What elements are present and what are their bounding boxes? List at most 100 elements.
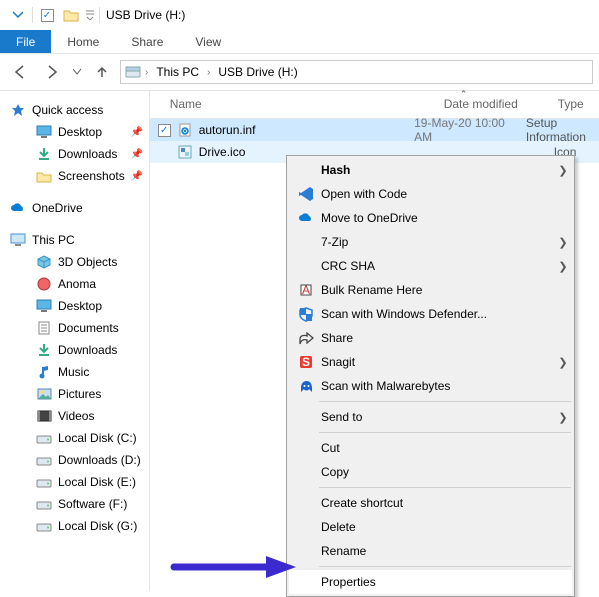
menu-item-label: Hash — [317, 163, 554, 177]
sidebar-item-label: Local Disk (C:) — [58, 431, 137, 445]
menu-item-label: Scan with Malwarebytes — [317, 379, 554, 393]
qat-overflow[interactable] — [83, 4, 97, 26]
sidebar-item[interactable]: Pictures — [0, 383, 149, 405]
menu-item[interactable]: Properties — [289, 570, 572, 594]
bulk-icon: A — [295, 283, 317, 297]
sidebar-item-label: Music — [58, 365, 89, 379]
menu-separator — [319, 487, 571, 488]
sidebar-item[interactable]: Videos — [0, 405, 149, 427]
submenu-arrow-icon: ❯ — [554, 236, 572, 249]
downloads-icon — [36, 146, 52, 162]
nav-forward[interactable] — [38, 60, 66, 84]
nav-back[interactable] — [6, 60, 34, 84]
checkbox[interactable]: ✓ — [158, 124, 171, 137]
breadcrumb-root[interactable]: This PC — [152, 63, 203, 81]
sidebar-this-pc[interactable]: This PC — [0, 229, 149, 251]
qat-checkbox[interactable]: ✓ — [35, 4, 59, 26]
qat-folder[interactable] — [59, 4, 83, 26]
context-menu: Hash❯Open with CodeMove to OneDrive7-Zip… — [286, 155, 575, 597]
file-name: autorun.inf — [199, 123, 256, 137]
menu-separator — [319, 432, 571, 433]
breadcrumb-current[interactable]: USB Drive (H:) — [214, 63, 301, 81]
menu-item-label: Cut — [317, 441, 554, 455]
menu-item-label: Move to OneDrive — [317, 211, 554, 225]
sidebar-item[interactable]: Documents — [0, 317, 149, 339]
nav-up[interactable] — [88, 60, 116, 84]
menu-item[interactable]: 7-Zip❯ — [289, 230, 572, 254]
ribbon-home[interactable]: Home — [51, 30, 115, 53]
sidebar-item-label: Local Disk (E:) — [58, 475, 136, 489]
chevron-right-icon[interactable]: › — [143, 67, 150, 78]
disk-icon — [36, 518, 52, 534]
sidebar-item[interactable]: Screenshots📌 — [0, 165, 149, 187]
sidebar-item-label: 3D Objects — [58, 255, 117, 269]
sidebar-item-label: Pictures — [58, 387, 101, 401]
sidebar-item-label: Downloads — [58, 147, 117, 161]
sidebar-item-label: This PC — [32, 233, 75, 247]
file-type: Setup Information — [526, 116, 599, 144]
column-type[interactable]: Type — [550, 91, 599, 118]
annotation-arrow — [170, 554, 300, 580]
sidebar-item-label: Downloads (D:) — [58, 453, 141, 467]
sidebar-item[interactable]: Downloads — [0, 339, 149, 361]
menu-item[interactable]: Open with Code — [289, 182, 572, 206]
videos-icon — [36, 408, 52, 424]
column-name[interactable]: Name — [150, 91, 436, 118]
sidebar-item-label: OneDrive — [32, 201, 83, 215]
svg-text:S: S — [302, 355, 310, 369]
menu-item[interactable]: Create shortcut — [289, 491, 572, 515]
menu-item[interactable]: ABulk Rename Here — [289, 278, 572, 302]
ribbon-file[interactable]: File — [0, 30, 51, 53]
mbam-icon — [295, 379, 317, 393]
sidebar-item[interactable]: Downloads (D:) — [0, 449, 149, 471]
ribbon-view[interactable]: View — [179, 30, 237, 53]
menu-item[interactable]: Rename — [289, 539, 572, 563]
sidebar-item[interactable]: 3D Objects — [0, 251, 149, 273]
file-name: Drive.ico — [199, 145, 246, 159]
sidebar-item[interactable]: Software (F:) — [0, 493, 149, 515]
sidebar-item[interactable]: Anoma — [0, 273, 149, 295]
monitor-icon — [10, 232, 26, 248]
sidebar-item[interactable]: Desktop — [0, 295, 149, 317]
sidebar-quick-access[interactable]: Quick access — [0, 99, 149, 121]
sidebar-item-label: Desktop — [58, 299, 102, 313]
menu-item[interactable]: Share — [289, 326, 572, 350]
menu-item[interactable]: Cut — [289, 436, 572, 460]
sidebar-onedrive[interactable]: OneDrive — [0, 197, 149, 219]
menu-item[interactable]: CRC SHA❯ — [289, 254, 572, 278]
ribbon: File Home Share View — [0, 30, 599, 54]
sidebar-item[interactable]: Local Disk (E:) — [0, 471, 149, 493]
menu-item[interactable]: Copy — [289, 460, 572, 484]
sidebar-item[interactable]: Desktop📌 — [0, 121, 149, 143]
folder-icon — [36, 168, 52, 184]
menu-item[interactable]: Scan with Malwarebytes — [289, 374, 572, 398]
sidebar-item-label: Anoma — [58, 277, 96, 291]
menu-item[interactable]: Delete — [289, 515, 572, 539]
pics-icon — [36, 386, 52, 402]
ribbon-share[interactable]: Share — [115, 30, 179, 53]
menu-item[interactable]: Hash❯ — [289, 158, 572, 182]
menu-item[interactable]: Send to❯ — [289, 405, 572, 429]
sidebar-item[interactable]: Local Disk (G:) — [0, 515, 149, 537]
submenu-arrow-icon: ❯ — [554, 411, 572, 424]
file-row[interactable]: ✓ autorun.inf 19-May-20 10:00 AMSetup Info… — [150, 119, 599, 141]
nav-recent[interactable] — [70, 60, 84, 84]
sidebar-item[interactable]: Music — [0, 361, 149, 383]
menu-item-label: Properties — [317, 575, 554, 589]
file-date: 19-May-20 10:00 AM — [414, 116, 520, 144]
navbar: › This PC › USB Drive (H:) — [0, 54, 599, 90]
sidebar-item[interactable]: Local Disk (C:) — [0, 427, 149, 449]
sidebar-item-label: Documents — [58, 321, 119, 335]
address-bar[interactable]: › This PC › USB Drive (H:) — [120, 60, 593, 84]
menu-item[interactable]: Scan with Windows Defender... — [289, 302, 572, 326]
sidebar-item[interactable]: Downloads📌 — [0, 143, 149, 165]
menu-item-label: Create shortcut — [317, 496, 554, 510]
chevron-right-icon[interactable]: › — [205, 67, 212, 78]
menu-item[interactable]: SSnagit❯ — [289, 350, 572, 374]
menu-item[interactable]: Move to OneDrive — [289, 206, 572, 230]
svg-text:A: A — [302, 283, 310, 297]
dropdown-icon[interactable] — [6, 4, 30, 26]
column-date[interactable]: Date modified — [436, 91, 550, 118]
desktop-icon — [36, 298, 52, 314]
sidebar: Quick access Desktop📌Downloads📌Screensho… — [0, 91, 150, 591]
